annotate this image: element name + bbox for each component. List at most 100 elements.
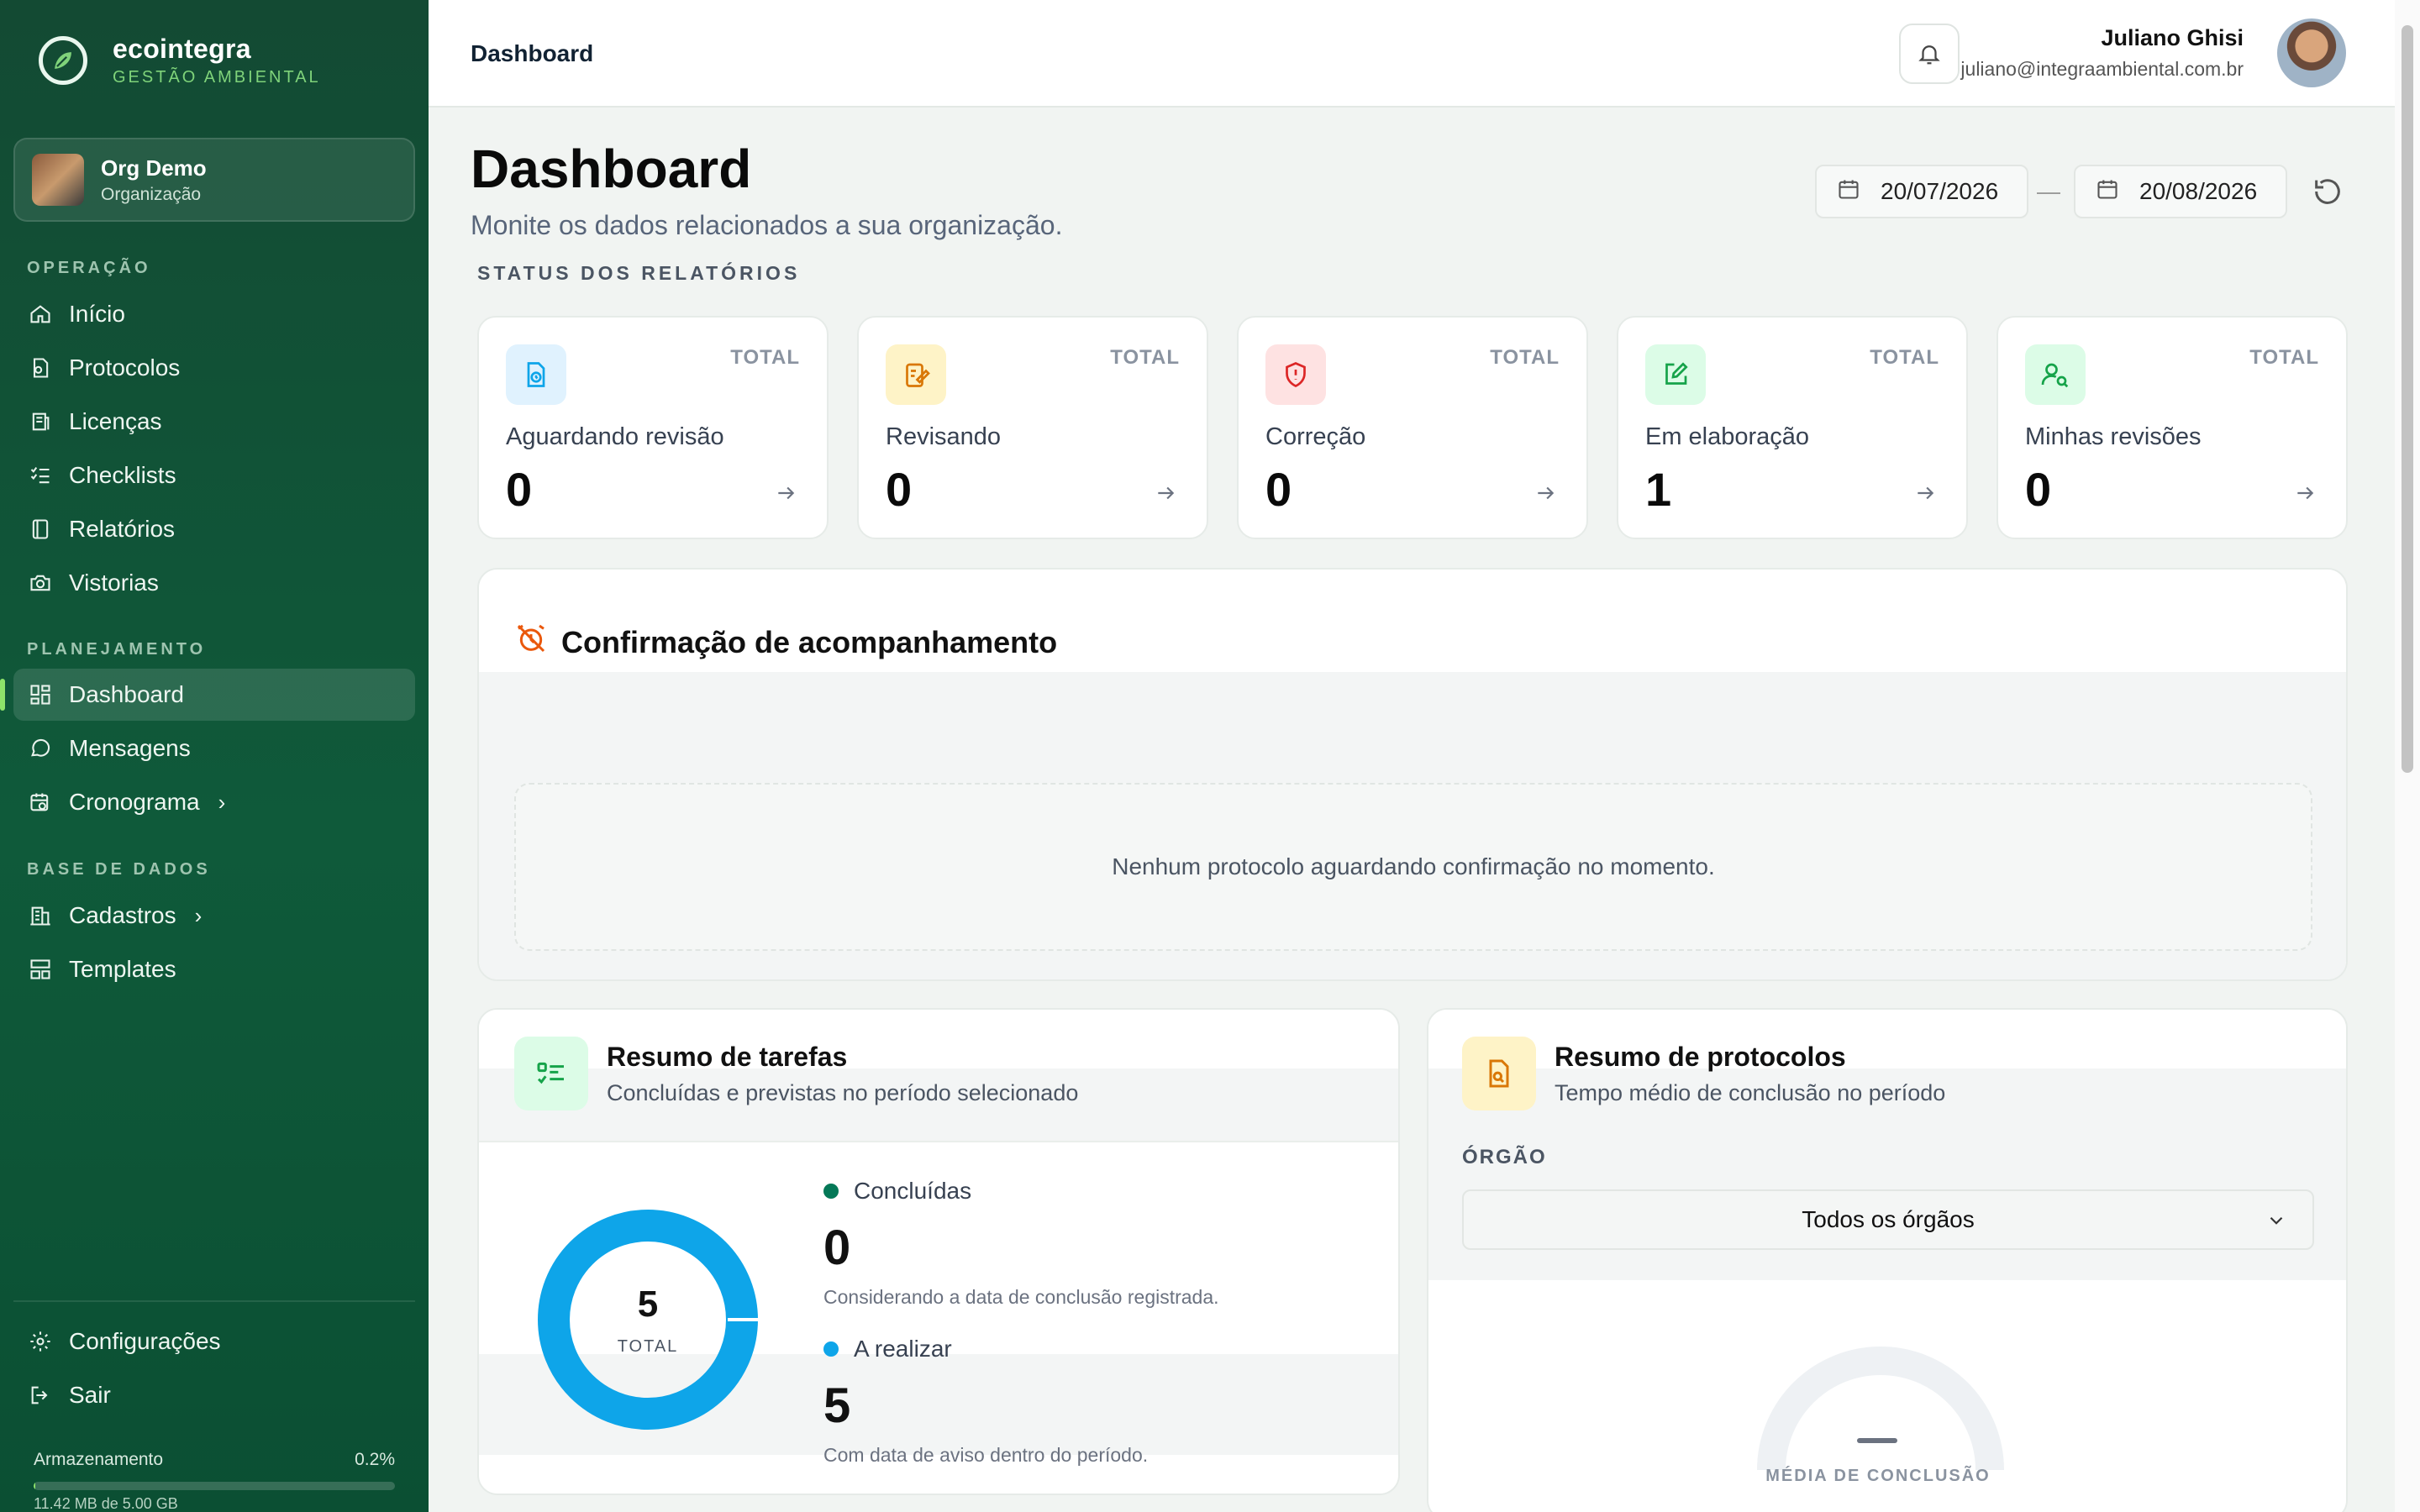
leaf-logo-icon xyxy=(39,36,87,85)
status-card-elaboracao[interactable]: TOTAL Em elaboração 1 xyxy=(1617,316,1968,539)
empty-state: Nenhum protocolo aguardando confirmação … xyxy=(514,783,2312,951)
sidebar-item-templates[interactable]: Templates xyxy=(13,943,415,995)
scrollbar[interactable] xyxy=(2395,0,2420,1512)
card-total-label: TOTAL xyxy=(730,346,800,369)
sidebar-item-dashboard[interactable]: Dashboard xyxy=(0,669,415,721)
arrow-right-icon xyxy=(775,482,797,508)
chevron-right-icon: › xyxy=(194,902,203,928)
orgao-selected-value: Todos os órgãos xyxy=(1802,1206,1975,1232)
tasks-subtitle: Concluídas e previstas no período seleci… xyxy=(607,1080,1079,1105)
sidebar-item-label: Templates xyxy=(69,956,176,982)
sidebar-item-cronograma[interactable]: Cronograma › xyxy=(13,776,415,828)
sidebar-item-licencas[interactable]: Licenças xyxy=(13,396,415,448)
card-value: 0 xyxy=(506,463,533,516)
sidebar-item-inicio[interactable]: Início xyxy=(13,288,415,340)
arrow-right-icon xyxy=(1534,482,1556,508)
sidebar-item-sair[interactable]: Sair xyxy=(13,1369,415,1421)
card-total-label: TOTAL xyxy=(1870,346,1939,369)
protocols-subtitle: Tempo médio de conclusão no período xyxy=(1555,1080,1946,1105)
card-value: 1 xyxy=(1645,463,1672,516)
logout-icon xyxy=(27,1382,54,1409)
calendar-icon xyxy=(2096,177,2119,207)
card-value: 0 xyxy=(2025,463,2052,516)
sidebar-item-label: Mensagens xyxy=(69,735,191,761)
edit-notes-icon xyxy=(886,344,946,405)
date-start-value: 20/07/2026 xyxy=(1881,178,1999,204)
storage-widget: Armazenamento 0.2% 11.42 MB de 5.00 GB xyxy=(34,1450,395,1512)
status-card-revisando[interactable]: TOTAL Revisando 0 xyxy=(857,316,1208,539)
org-switcher[interactable]: Org Demo Organização xyxy=(13,138,415,222)
sidebar: ecointegra GESTÃO AMBIENTAL Org Demo Org… xyxy=(0,0,429,1512)
scrollbar-thumb[interactable] xyxy=(2402,25,2413,773)
template-icon xyxy=(27,956,54,983)
sidebar-item-mensagens[interactable]: Mensagens xyxy=(13,722,415,774)
sidebar-item-label: Checklists xyxy=(69,462,176,488)
date-separator: — xyxy=(2037,178,2060,204)
card-total-label: TOTAL xyxy=(1110,346,1180,369)
sidebar-item-checklists[interactable]: Checklists xyxy=(13,449,415,501)
orgao-select[interactable]: Todos os órgãos xyxy=(1462,1189,2314,1250)
user-menu[interactable]: Juliano Ghisi juliano@integraambiental.c… xyxy=(1960,25,2244,81)
card-label: Aguardando revisão xyxy=(506,423,724,450)
arrow-right-icon xyxy=(1155,482,1176,508)
calendar-clock-icon xyxy=(27,789,54,816)
confirmation-panel: Confirmação de acompanhamento Nenhum pro… xyxy=(477,568,2348,981)
storage-label: Armazenamento xyxy=(34,1450,164,1469)
completion-gauge xyxy=(1757,1347,2004,1471)
camera-icon xyxy=(27,570,54,596)
org-avatar xyxy=(32,154,84,206)
checklist-icon xyxy=(27,462,54,489)
avatar[interactable] xyxy=(2277,18,2346,87)
alarm-off-icon xyxy=(514,622,548,663)
sidebar-item-label: Relatórios xyxy=(69,516,176,542)
legend-todo-value: 5 xyxy=(823,1378,851,1433)
sidebar-item-label: Cadastros xyxy=(69,902,176,928)
brand[interactable]: ecointegra GESTÃO AMBIENTAL xyxy=(39,34,321,87)
gear-icon xyxy=(27,1328,54,1355)
notifications-button[interactable] xyxy=(1899,24,1960,84)
card-value: 0 xyxy=(886,463,913,516)
confirmation-title: Confirmação de acompanhamento xyxy=(514,622,1057,663)
arrow-right-icon xyxy=(1914,482,1936,508)
status-card-aguardando[interactable]: TOTAL Aguardando revisão 0 xyxy=(477,316,829,539)
breadcrumb[interactable]: Dashboard xyxy=(471,40,593,67)
home-icon xyxy=(27,301,54,328)
sidebar-item-label: Cronograma xyxy=(69,789,200,815)
section-title-planejamento: PLANEJAMENTO xyxy=(27,640,207,659)
card-value: 0 xyxy=(1265,463,1292,516)
sidebar-item-cadastros[interactable]: Cadastros › xyxy=(13,890,415,942)
sidebar-item-label: Início xyxy=(69,301,125,327)
refresh-icon xyxy=(2315,179,2340,204)
gauge-track xyxy=(1757,1347,2004,1471)
sidebar-item-configuracoes[interactable]: Configurações xyxy=(13,1315,415,1368)
sidebar-item-relatorios[interactable]: Relatórios xyxy=(13,503,415,555)
sidebar-item-label: Vistorias xyxy=(69,570,159,596)
brand-subtitle: GESTÃO AMBIENTAL xyxy=(113,68,321,87)
chevron-right-icon: › xyxy=(218,789,226,815)
section-title-base: BASE DE DADOS xyxy=(27,860,211,879)
page-subtitle: Monite os dados relacionados a sua organ… xyxy=(471,210,1063,240)
user-search-icon xyxy=(2025,344,2086,405)
message-icon xyxy=(27,735,54,762)
org-name: Org Demo xyxy=(101,155,207,181)
license-icon xyxy=(27,408,54,435)
date-end-picker[interactable]: 20/08/2026 xyxy=(2074,165,2287,218)
date-end-value: 20/08/2026 xyxy=(2139,178,2258,204)
brand-name: ecointegra xyxy=(113,34,251,64)
card-label: Revisando xyxy=(886,423,1002,450)
date-start-picker[interactable]: 20/07/2026 xyxy=(1815,165,2028,218)
reset-dates-button[interactable] xyxy=(2311,175,2344,213)
sidebar-item-label: Licenças xyxy=(69,408,162,434)
file-search-icon xyxy=(1462,1037,1536,1110)
sidebar-item-protocolos[interactable]: Protocolos xyxy=(13,342,415,394)
status-card-minhas-revisoes[interactable]: TOTAL Minhas revisões 0 xyxy=(1996,316,2348,539)
chevron-down-icon xyxy=(2265,1210,2287,1237)
section-title-operacao: OPERAÇÃO xyxy=(27,259,151,277)
legend-dot-done xyxy=(823,1184,839,1199)
status-card-correcao[interactable]: TOTAL Correção 0 xyxy=(1237,316,1588,539)
gauge-label: MÉDIA DE CONCLUSÃO xyxy=(1765,1467,1991,1485)
card-total-label: TOTAL xyxy=(2249,346,2319,369)
legend-done-note: Considerando a data de conclusão registr… xyxy=(823,1286,1219,1308)
user-name: Juliano Ghisi xyxy=(2101,25,2244,50)
sidebar-item-vistorias[interactable]: Vistorias xyxy=(13,557,415,609)
